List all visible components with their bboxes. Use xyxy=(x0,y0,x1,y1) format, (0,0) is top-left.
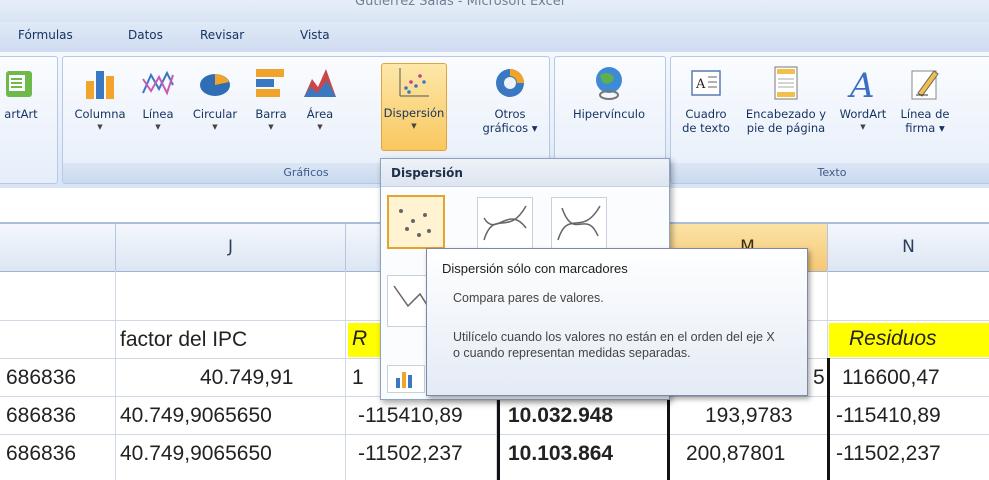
tooltip-line1: Compara pares de valores. xyxy=(453,291,604,305)
column-chart-icon xyxy=(86,71,114,99)
scatter-lines-icon xyxy=(557,205,601,241)
dropdown-title: Dispersión xyxy=(381,159,669,187)
cell-k-3[interactable]: -11502,237 xyxy=(358,435,463,473)
tooltip-line2: Utilícelo cuando los valores no están en… xyxy=(453,330,775,360)
cell-i-1[interactable]: 686836 xyxy=(6,359,76,397)
globe-link-icon xyxy=(596,67,622,100)
tab-formulas[interactable]: Fórmulas xyxy=(18,28,73,42)
scatter-smooth-markers-option[interactable] xyxy=(477,197,533,249)
hipervinculo-button[interactable]: Hipervínculo xyxy=(559,65,659,121)
columna-button[interactable]: Columna ▼ xyxy=(69,65,131,131)
smartart-icon xyxy=(6,71,32,97)
group-texto: A Cuadro de texto Encabezado y pie de pá… xyxy=(670,56,989,184)
chevron-down-icon: ▼ xyxy=(155,123,161,131)
cell-k-1[interactable]: 1 xyxy=(352,359,364,397)
chevron-down-icon: ▼ xyxy=(268,123,274,131)
ribbon-tabs: Fórmulas Datos Revisar Vista xyxy=(0,22,989,53)
scatter-markers-icon xyxy=(399,209,431,237)
barra-button[interactable]: Barra ▼ xyxy=(247,65,295,131)
tab-datos[interactable]: Datos xyxy=(128,28,163,42)
tab-revisar[interactable]: Revisar xyxy=(200,28,244,42)
cell-i-3[interactable]: 686836 xyxy=(6,435,76,473)
cell-j-2[interactable]: 40.749,9065650 xyxy=(120,397,272,435)
cell-i-2[interactable]: 686836 xyxy=(6,397,76,435)
encabezado-button[interactable]: Encabezado y pie de página xyxy=(739,65,833,135)
scatter-smooth-icon xyxy=(483,205,527,241)
linea-firma-button[interactable]: Línea de firma ▾ xyxy=(893,65,957,135)
column-header-n[interactable]: N xyxy=(828,224,989,272)
chevron-down-icon: ▼ xyxy=(317,123,323,131)
cell-j-1[interactable]: 40.749,91 xyxy=(200,359,293,397)
cell-n-header[interactable]: Residuos xyxy=(829,323,989,357)
circular-button[interactable]: Circular ▼ xyxy=(185,65,245,131)
linea-button[interactable]: Línea ▼ xyxy=(133,65,183,131)
chevron-down-icon: ▼ xyxy=(860,123,866,131)
all-chart-types-option[interactable] xyxy=(387,365,425,393)
smartart-button[interactable]: artArt xyxy=(0,65,45,121)
group-label-texto: Texto xyxy=(671,163,989,183)
pie-chart-icon xyxy=(200,74,230,96)
svg-text:A: A xyxy=(695,77,706,92)
cell-j-header[interactable]: factor del IPC xyxy=(120,321,247,359)
group-ilustraciones: artArt xyxy=(0,56,58,184)
chevron-down-icon: ▼ xyxy=(97,123,103,131)
line-chart-icon xyxy=(142,70,174,96)
all-charts-icon xyxy=(396,372,412,388)
wordart-button[interactable]: A WordArt ▼ xyxy=(835,65,891,131)
svg-text:A: A xyxy=(847,66,875,101)
window-titlebar: Gutierrez Salas - Microsoft Excel xyxy=(0,0,989,22)
scatter-markers-only-option[interactable] xyxy=(387,195,445,249)
wordart-icon: A xyxy=(847,66,875,101)
tooltip-title: Dispersión sólo con marcadores xyxy=(442,261,628,276)
area-chart-icon xyxy=(304,69,336,97)
cell-n-3[interactable]: -11502,237 xyxy=(836,435,941,473)
column-header-i[interactable] xyxy=(0,224,116,272)
cell-n-1[interactable]: 116600,47 xyxy=(842,359,940,397)
dispersion-button[interactable]: Dispersión ▼ xyxy=(381,63,447,151)
chevron-down-icon: ▼ xyxy=(212,123,218,131)
scatter-smooth-lines-option[interactable] xyxy=(551,197,607,249)
tooltip: Dispersión sólo con marcadores Compara p… xyxy=(426,248,808,396)
column-header-j[interactable]: J xyxy=(116,224,346,272)
tab-vista[interactable]: Vista xyxy=(300,28,330,42)
doughnut-chart-icon xyxy=(496,69,524,97)
area-button[interactable]: Área ▼ xyxy=(297,65,343,131)
window-title: Gutierrez Salas - Microsoft Excel xyxy=(355,0,565,9)
scatter-chart-icon xyxy=(399,68,429,97)
bar-chart-icon xyxy=(256,69,284,97)
cell-j-3[interactable]: 40.749,9065650 xyxy=(120,435,272,473)
textbox-icon: A xyxy=(691,70,721,96)
cuadro-texto-button[interactable]: A Cuadro de texto xyxy=(675,65,737,135)
header-footer-icon xyxy=(774,66,798,100)
chevron-down-icon: ▼ xyxy=(411,122,417,130)
cell-k-2[interactable]: -115410,89 xyxy=(358,397,463,435)
signature-pen-icon xyxy=(911,70,939,100)
cell-n-2[interactable]: -115410,89 xyxy=(836,397,941,435)
otros-graficos-button[interactable]: Otros gráficos ▾ xyxy=(479,65,541,135)
